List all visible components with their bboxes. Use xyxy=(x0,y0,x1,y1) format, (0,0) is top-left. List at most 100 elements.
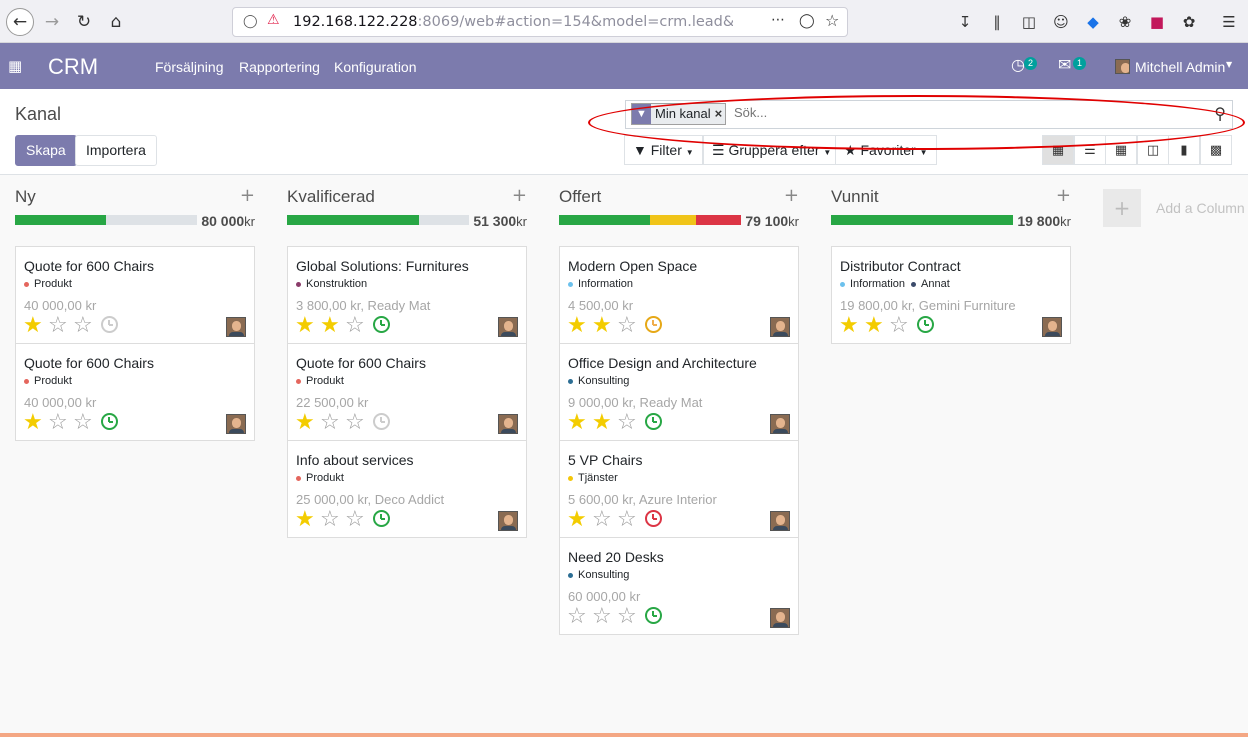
hamburger-menu-icon[interactable]: ☰ xyxy=(1219,12,1239,32)
graph-view-icon[interactable]: ▮ xyxy=(1168,135,1200,165)
pocket-icon[interactable]: ◯ xyxy=(799,13,815,29)
activity-clock-icon[interactable] xyxy=(645,316,662,333)
lead-card[interactable]: Office Design and Architecture Konsulting… xyxy=(560,344,798,441)
bug-icon[interactable]: ❀ xyxy=(1115,12,1135,32)
star-empty-icon[interactable]: ☆ xyxy=(345,315,370,337)
column-progress-bar[interactable] xyxy=(831,215,1013,225)
back-arrow-icon[interactable]: ← xyxy=(6,8,34,36)
progress-segment[interactable] xyxy=(831,215,1013,225)
lead-card[interactable]: Quote for 600 Chairs Produkt 40 000,00 kr ★… xyxy=(16,344,254,440)
activity-clock-icon[interactable] xyxy=(373,316,390,333)
star-filled-icon[interactable]: ★ xyxy=(295,509,320,531)
close-icon[interactable]: × xyxy=(715,104,726,124)
star-empty-icon[interactable]: ☆ xyxy=(592,509,617,531)
star-empty-icon[interactable]: ☆ xyxy=(48,412,73,434)
activity-clock-icon[interactable]: ◷ xyxy=(1011,55,1025,74)
url-bar[interactable]: ◯ ⚠ 192.168.122.228:8069/web#action=154&… xyxy=(232,7,848,37)
star-filled-icon[interactable]: ★ xyxy=(295,412,320,434)
star-empty-icon[interactable]: ☆ xyxy=(617,412,642,434)
progress-segment[interactable] xyxy=(650,215,696,225)
star-empty-icon[interactable]: ☆ xyxy=(73,412,98,434)
lead-card[interactable]: Quote for 600 Chairs Produkt 22 500,00 kr ★… xyxy=(288,344,526,441)
list-view-icon[interactable]: ☰ xyxy=(1074,135,1106,165)
star-empty-icon[interactable]: ☆ xyxy=(48,315,73,337)
forward-arrow-icon[interactable]: → xyxy=(38,8,66,36)
calendar-view-icon[interactable]: ▦ xyxy=(1105,135,1137,165)
star-filled-icon[interactable]: ★ xyxy=(592,315,617,337)
star-filled-icon[interactable]: ★ xyxy=(23,412,48,434)
progress-segment[interactable] xyxy=(287,215,419,225)
star-filled-icon[interactable]: ★ xyxy=(23,315,48,337)
column-title[interactable]: Kvalificerad xyxy=(287,187,375,207)
star-empty-icon[interactable]: ☆ xyxy=(345,412,370,434)
star-empty-icon[interactable]: ☆ xyxy=(320,509,345,531)
activity-clock-icon[interactable] xyxy=(917,316,934,333)
star-filled-icon[interactable]: ★ xyxy=(567,509,592,531)
add-column-button[interactable]: + xyxy=(1103,189,1141,227)
bookmark-star-icon[interactable]: ☆ xyxy=(825,11,839,30)
star-filled-icon[interactable]: ★ xyxy=(592,412,617,434)
user-avatar[interactable] xyxy=(1115,59,1130,74)
column-title[interactable]: Offert xyxy=(559,187,601,207)
lead-card[interactable]: Info about services Produkt 25 000,00 kr, … xyxy=(288,441,526,537)
menu-forsaljning[interactable]: Försäljning xyxy=(155,59,223,75)
star-empty-icon[interactable]: ☆ xyxy=(889,315,914,337)
activity-clock-icon[interactable] xyxy=(373,413,390,430)
lead-card[interactable]: Distributor Contract Information Annat 19 8… xyxy=(832,247,1070,343)
star-filled-icon[interactable]: ★ xyxy=(567,412,592,434)
star-empty-icon[interactable]: ☆ xyxy=(592,606,617,628)
sidebar-icon[interactable]: ◫ xyxy=(1019,12,1039,32)
lead-card[interactable]: Modern Open Space Information 4 500,00 kr ★… xyxy=(560,247,798,344)
messaging-icon[interactable]: ✉ xyxy=(1058,55,1071,74)
quick-create-plus-icon[interactable]: + xyxy=(240,185,255,206)
activity-clock-icon[interactable] xyxy=(373,510,390,527)
menu-konfiguration[interactable]: Konfiguration xyxy=(334,59,417,75)
search-input[interactable] xyxy=(734,105,1194,120)
reload-icon[interactable]: ↻ xyxy=(70,8,98,36)
star-filled-icon[interactable]: ★ xyxy=(320,315,345,337)
user-menu[interactable]: Mitchell Admin xyxy=(1135,59,1225,75)
progress-segment[interactable] xyxy=(559,215,650,225)
star-empty-icon[interactable]: ☆ xyxy=(617,606,642,628)
star-filled-icon[interactable]: ★ xyxy=(567,315,592,337)
star-empty-icon[interactable]: ☆ xyxy=(345,509,370,531)
column-title[interactable]: Ny xyxy=(15,187,36,207)
lead-card[interactable]: Quote for 600 Chairs Produkt 40 000,00 kr ★… xyxy=(16,247,254,344)
star-empty-icon[interactable]: ☆ xyxy=(567,606,592,628)
star-empty-icon[interactable]: ☆ xyxy=(617,315,642,337)
create-button[interactable]: Skapa xyxy=(15,135,77,166)
activity-clock-icon[interactable] xyxy=(645,607,662,624)
progress-segment[interactable] xyxy=(695,215,741,225)
favorites-dropdown[interactable]: ★ Favoriter ▼ xyxy=(835,135,937,165)
star-empty-icon[interactable]: ☆ xyxy=(320,412,345,434)
quick-create-plus-icon[interactable]: + xyxy=(512,185,527,206)
column-progress-bar[interactable] xyxy=(287,215,469,225)
flag-icon[interactable]: ■ xyxy=(1147,12,1167,32)
column-progress-bar[interactable] xyxy=(15,215,197,225)
extension-icon[interactable]: ◆ xyxy=(1083,12,1103,32)
search-icon[interactable]: ⚲ xyxy=(1214,104,1226,123)
page-actions-icon[interactable]: ⋯ xyxy=(771,12,785,28)
app-title[interactable]: CRM xyxy=(48,54,98,80)
home-icon[interactable]: ⌂ xyxy=(102,8,130,36)
kanban-view-icon[interactable]: ▦ xyxy=(1042,135,1074,165)
import-button[interactable]: Importera xyxy=(75,135,157,166)
activity-clock-icon[interactable] xyxy=(101,413,118,430)
library-icon[interactable]: ∥ xyxy=(987,12,1007,32)
star-filled-icon[interactable]: ★ xyxy=(839,315,864,337)
star-empty-icon[interactable]: ☆ xyxy=(73,315,98,337)
search-facet[interactable]: ▼ Min kanal × xyxy=(631,103,727,125)
activity-view-icon[interactable]: ▩ xyxy=(1200,135,1232,165)
lead-card[interactable]: Global Solutions: Furnitures Konstruktion… xyxy=(288,247,526,344)
download-icon[interactable]: ↧ xyxy=(955,12,975,32)
activity-clock-icon[interactable] xyxy=(101,316,118,333)
apps-menu-icon[interactable]: ▦ xyxy=(8,57,22,75)
quick-create-plus-icon[interactable]: + xyxy=(784,185,799,206)
pivot-view-icon[interactable]: ◫ xyxy=(1137,135,1169,165)
lead-card[interactable]: Need 20 Desks Konsulting 60 000,00 kr ☆ ☆ ☆ xyxy=(560,538,798,634)
gnome-icon[interactable]: ✿ xyxy=(1179,12,1199,32)
star-filled-icon[interactable]: ★ xyxy=(864,315,889,337)
activity-clock-icon[interactable] xyxy=(645,510,662,527)
column-title[interactable]: Vunnit xyxy=(831,187,879,207)
column-progress-bar[interactable] xyxy=(559,215,741,225)
